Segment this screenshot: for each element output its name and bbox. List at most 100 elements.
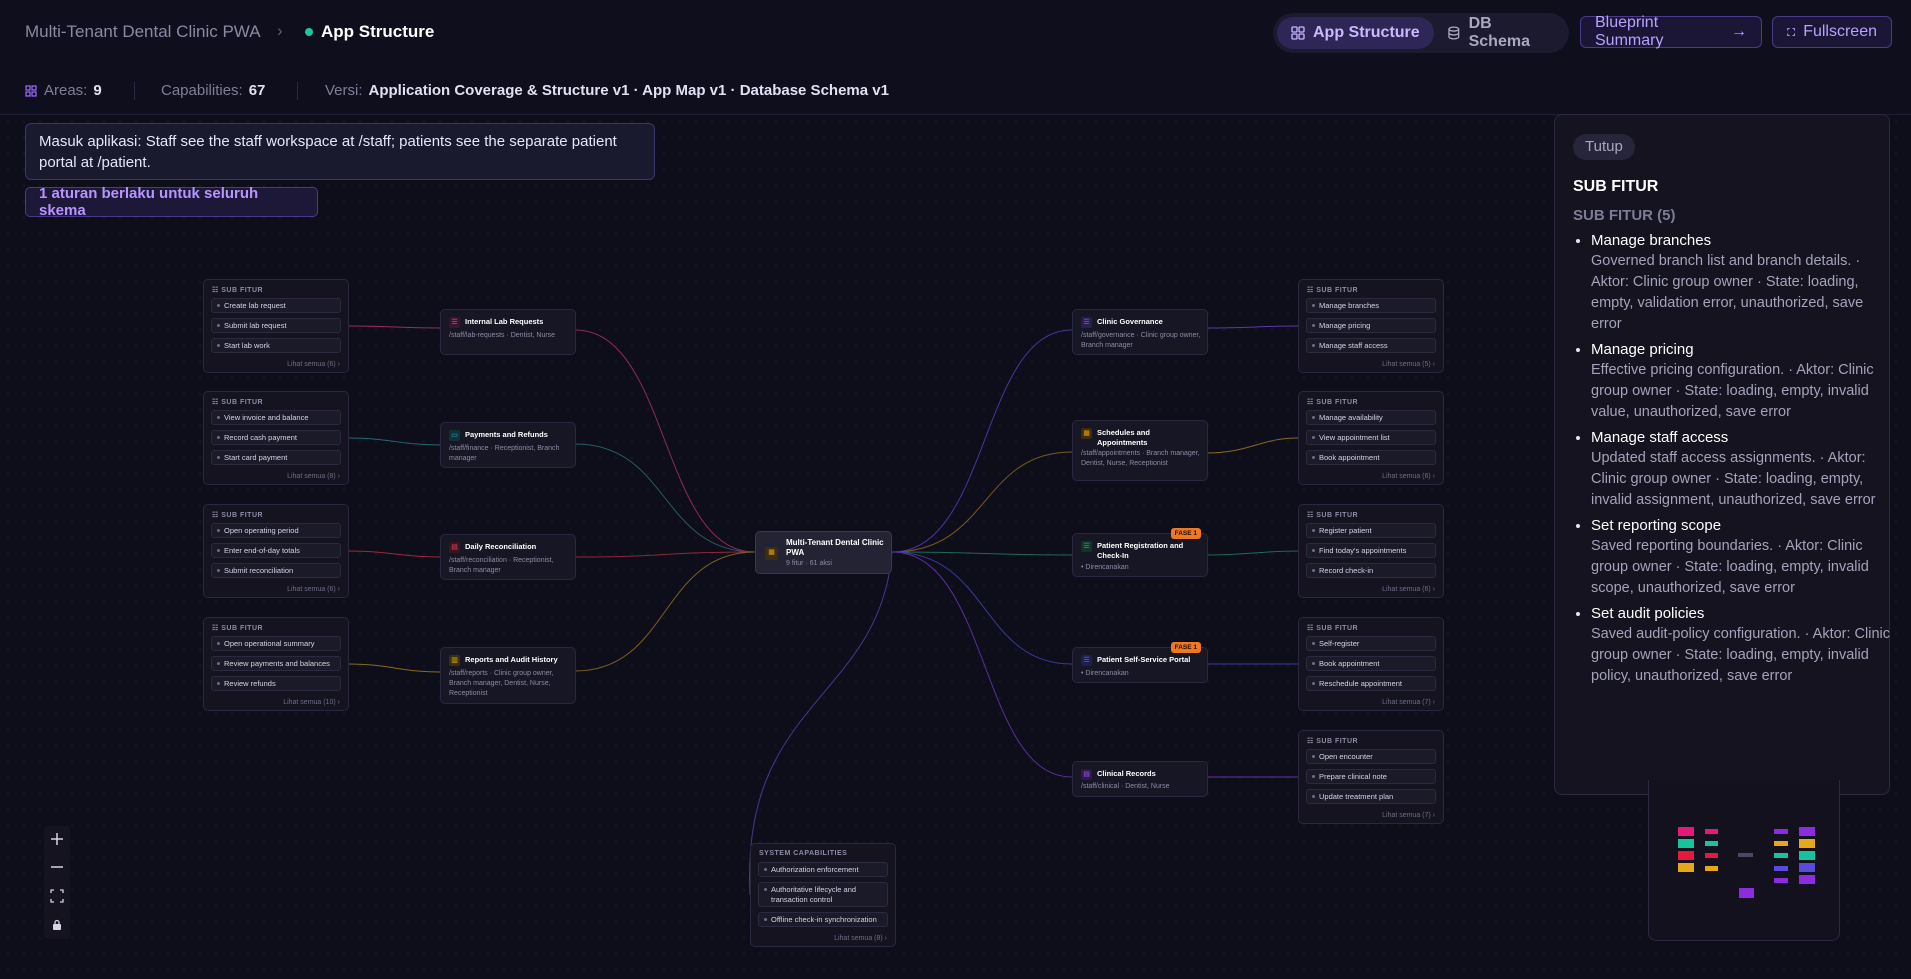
subfitur-item[interactable]: Submit lab request [211, 318, 341, 333]
feature-node-reconciliation[interactable]: ▤ Daily Reconciliation /staff/reconcilia… [440, 534, 576, 580]
subfitur-item[interactable]: Book appointment [1306, 450, 1436, 465]
edge [1205, 550, 1299, 556]
see-all-link[interactable]: Lihat semua (6) › [287, 361, 340, 368]
group-title: ☷ SUB FITUR [212, 399, 264, 406]
minimap-node [1678, 827, 1694, 836]
subfitur-item[interactable]: Manage availability [1306, 410, 1436, 425]
see-all-link[interactable]: Lihat semua (10) › [283, 699, 340, 706]
group-title: SYSTEM CAPABILITIES [759, 850, 848, 857]
list-item: Manage pricing Effective pricing configur… [1591, 340, 1896, 423]
feature-node-lab-requests[interactable]: ☰ Internal Lab Requests /staff/lab-reque… [440, 309, 576, 355]
canvas-controls [44, 826, 70, 939]
subfitur-item[interactable]: Submit reconciliation [211, 563, 341, 578]
list-item: Set reporting scope Saved reporting bound… [1591, 516, 1896, 599]
subfitur-item[interactable]: Prepare clinical note [1306, 769, 1436, 784]
subfitur-item[interactable]: Reschedule appointment [1306, 676, 1436, 691]
subfitur-item[interactable]: Start card payment [211, 450, 341, 465]
subfitur-group-clinical: ☷ SUB FITUR Open encounter Prepare clini… [1298, 730, 1444, 824]
subfitur-item[interactable]: View invoice and balance [211, 410, 341, 425]
subfitur-item[interactable]: Book appointment [1306, 656, 1436, 671]
fit-view-button[interactable] [44, 883, 70, 909]
minimap-node [1705, 841, 1718, 846]
capability-item[interactable]: Authorization enforcement [758, 862, 888, 877]
subfitur-item[interactable]: Record cash payment [211, 430, 341, 445]
feature-title: Schedules and Appointments [1097, 428, 1150, 447]
subfitur-group-governance: ☷ SUB FITUR Manage branches Manage prici… [1298, 279, 1444, 373]
feature-route: /staff/reconciliation · Receptionist, Br… [449, 557, 554, 574]
subfitur-item[interactable]: Start lab work [211, 338, 341, 353]
minimap-node [1678, 839, 1694, 848]
minimap-node [1799, 827, 1815, 836]
subfitur-item[interactable]: Self-register [1306, 636, 1436, 651]
feature-node-clinical-records[interactable]: ▤ Clinical Records /staff/clinical · Den… [1072, 761, 1208, 797]
see-all-link[interactable]: Lihat semua (7) › [1382, 812, 1435, 819]
minimap-node [1705, 829, 1718, 834]
edge [1205, 325, 1299, 329]
subfitur-item[interactable]: Update treatment plan [1306, 789, 1436, 804]
feature-node-clinic-governance[interactable]: ☰ Clinic Governance /staff/governance · … [1072, 309, 1208, 355]
edge [891, 551, 1073, 778]
zoom-out-button[interactable] [44, 854, 70, 880]
item-description: Effective pricing configuration. · Aktor… [1591, 362, 1874, 420]
app-icon: ▦ [765, 547, 778, 560]
feature-node-reports[interactable]: ▥ Reports and Audit History /staff/repor… [440, 647, 576, 704]
subfitur-item[interactable]: Open encounter [1306, 749, 1436, 764]
edge [891, 451, 1073, 553]
subfitur-item[interactable]: Find today's appointments [1306, 543, 1436, 558]
subfitur-item[interactable]: Register patient [1306, 523, 1436, 538]
subfitur-item[interactable]: Create lab request [211, 298, 341, 313]
feature-node-payments[interactable]: ▭ Payments and Refunds /staff/finance · … [440, 422, 576, 468]
feature-route: /staff/clinical · Dentist, Nurse [1081, 783, 1170, 790]
subfitur-item[interactable]: Manage branches [1306, 298, 1436, 313]
see-all-link[interactable]: Lihat semua (5) › [1382, 361, 1435, 368]
minimap-node [1774, 866, 1788, 871]
subfitur-item[interactable]: Open operating period [211, 523, 341, 538]
item-name: Manage staff access [1591, 429, 1729, 446]
feature-node-patient-registration[interactable]: FASE 1 ☰ Patient Registration and Check-… [1072, 528, 1208, 577]
zoom-in-button[interactable] [44, 826, 70, 852]
edge [574, 551, 756, 672]
subfitur-item[interactable]: Open operational summary [211, 636, 341, 651]
subfitur-item[interactable]: Review refunds [211, 676, 341, 691]
portal-icon: ☰ [1081, 655, 1092, 666]
capability-item[interactable]: Authoritative lifecycle and transaction … [758, 882, 888, 907]
subfitur-item[interactable]: Enter end-of-day totals [211, 543, 341, 558]
group-title: ☷ SUB FITUR [1307, 399, 1359, 406]
item-name: Set reporting scope [1591, 517, 1722, 534]
subfitur-item[interactable]: Manage staff access [1306, 338, 1436, 353]
capability-item[interactable]: Offline check-in synchronization [758, 912, 888, 927]
feature-node-self-service-portal[interactable]: FASE 1 ☰ Patient Self-Service Portal • D… [1072, 642, 1208, 683]
panel-subtitle: SUB FITUR (5) [1573, 207, 1676, 224]
group-title: ☷ SUB FITUR [1307, 738, 1359, 745]
plus-icon [51, 833, 63, 845]
see-all-link[interactable]: Lihat semua (7) › [1382, 699, 1435, 706]
subfitur-item[interactable]: Record check-in [1306, 563, 1436, 578]
subfitur-group-lab: ☷ SUB FITUR Create lab request Submit la… [203, 279, 349, 373]
feature-status: • Direncanakan [1081, 670, 1129, 677]
see-all-link[interactable]: Lihat semua (6) › [287, 586, 340, 593]
feature-node-schedules[interactable]: ▦ Schedules and Appointments /staff/appo… [1072, 420, 1208, 481]
subfitur-item[interactable]: Manage pricing [1306, 318, 1436, 333]
building-icon: ☰ [1081, 317, 1092, 328]
subfitur-item[interactable]: View appointment list [1306, 430, 1436, 445]
minus-icon [51, 866, 63, 868]
edge [891, 551, 1073, 556]
root-title: Multi-Tenant Dental Clinic PWA [786, 538, 884, 557]
see-all-link[interactable]: Lihat semua (8) › [834, 935, 887, 942]
close-panel-button[interactable]: Tutup [1573, 134, 1635, 160]
lock-icon [53, 919, 61, 930]
subfitur-group-portal: ☷ SUB FITUR Self-register Book appointme… [1298, 617, 1444, 711]
feature-route: /staff/lab-requests · Dentist, Nurse [449, 332, 556, 339]
subfitur-item[interactable]: Review payments and balances [211, 656, 341, 671]
list-item: Manage branches Governed branch list and … [1591, 231, 1896, 335]
lock-button[interactable] [44, 912, 70, 938]
minimap-node [1678, 851, 1694, 860]
feature-route: /staff/appointments · Branch manager, De… [1081, 450, 1200, 467]
minimap-node [1705, 853, 1718, 858]
see-all-link[interactable]: Lihat semua (8) › [287, 473, 340, 480]
root-app-node[interactable]: ▦ Multi-Tenant Dental Clinic PWA 9 fitur… [755, 531, 892, 574]
see-all-link[interactable]: Lihat semua (6) › [1382, 586, 1435, 593]
see-all-link[interactable]: Lihat semua (6) › [1382, 473, 1435, 480]
feature-title: Payments and Refunds [465, 430, 548, 439]
minimap[interactable] [1648, 780, 1840, 941]
